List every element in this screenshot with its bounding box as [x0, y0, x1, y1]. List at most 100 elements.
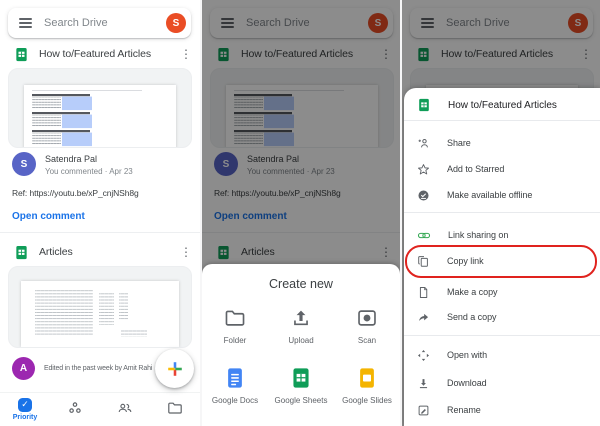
file-card-header-1[interactable]: How to/Featured Articles ⋮	[14, 45, 195, 63]
create-option-label: Upload	[288, 336, 314, 345]
account-avatar[interactable]: S	[166, 13, 186, 33]
bottom-navigation: ✓ Priority	[0, 392, 200, 426]
file-preview-1[interactable]	[8, 68, 192, 148]
commenter-avatar: S	[12, 152, 36, 176]
nav-tab-shared[interactable]	[100, 393, 150, 426]
edit-activity-text: Edited in the past week by Amit Rahi	[44, 365, 153, 372]
menu-item-label: Rename	[447, 405, 481, 415]
person-add-icon	[417, 137, 430, 150]
upload-icon	[290, 307, 312, 329]
menu-icon[interactable]	[19, 18, 32, 28]
context-menu-title: How to/Featured Articles	[448, 99, 557, 111]
panel-create-new: Search Drive S How to/Featured Articles …	[200, 0, 400, 426]
menu-item-label: Send a copy	[447, 312, 497, 322]
comment-meta: You commented · Apr 23	[45, 167, 133, 176]
menu-item-label: Share	[447, 138, 471, 148]
plus-icon	[164, 358, 186, 380]
nav-tab-files[interactable]	[150, 393, 200, 426]
nav-label-priority: Priority	[12, 414, 38, 421]
create-option-scan[interactable]: Scan	[334, 299, 400, 345]
document-thumbnail	[21, 281, 179, 347]
comment-activity[interactable]: S Satendra Pal You commented · Apr 23	[12, 152, 133, 176]
google-docs-icon	[224, 367, 246, 389]
star-icon	[417, 163, 430, 176]
rename-icon	[417, 404, 430, 417]
file-card-header-2[interactable]: Articles ⋮	[14, 243, 195, 261]
menu-item-label: Link sharing on	[448, 230, 509, 240]
nav-tab-priority[interactable]: ✓ Priority	[0, 393, 50, 426]
menu-item-label: Copy link	[447, 256, 484, 266]
priority-check-icon: ✓	[18, 398, 32, 412]
menu-item-label: Make available offline	[447, 190, 533, 200]
link-icon	[417, 229, 431, 242]
search-input[interactable]: Search Drive	[44, 17, 166, 29]
file-title: How to/Featured Articles	[39, 48, 151, 60]
tutorial-composite: Search Drive S How to/Featured Articles …	[0, 0, 600, 426]
offline-pin-icon	[417, 189, 430, 202]
file-context-menu: How to/Featured Articles Share Add to St…	[404, 88, 600, 426]
folder-icon	[224, 307, 246, 329]
menu-item-add-to-starred[interactable]: Add to Starred	[404, 156, 600, 182]
create-option-label: Scan	[357, 336, 377, 345]
more-options-icon[interactable]: ⋮	[177, 245, 195, 259]
divider	[404, 335, 600, 336]
menu-item-rename[interactable]: Rename	[404, 397, 600, 423]
menu-item-label: Open with	[447, 350, 488, 360]
menu-item-make-available-offline[interactable]: Make available offline	[404, 182, 600, 208]
open-with-icon	[417, 349, 430, 362]
menu-item-make-a-copy[interactable]: Make a copy	[404, 279, 600, 305]
panel-context-menu: Search Drive S How to/Featured Articles …	[400, 0, 600, 426]
create-option-folder[interactable]: Folder	[202, 299, 268, 345]
commenter-name: Satendra Pal	[45, 154, 98, 164]
create-new-grid: Folder Upload Scan Google Docs Google Sh…	[202, 299, 400, 405]
sheets-file-icon	[417, 98, 431, 112]
create-new-title: Create new	[269, 277, 333, 291]
download-icon	[417, 377, 430, 390]
menu-item-copy-link[interactable]: Copy link	[404, 248, 600, 274]
menu-item-link-sharing-on[interactable]: Link sharing on	[404, 222, 600, 248]
google-slides-icon	[356, 367, 378, 389]
menu-item-send-a-copy[interactable]: Send a copy	[404, 304, 600, 330]
file-title: Articles	[39, 246, 73, 258]
divider	[404, 120, 600, 121]
create-option-google-slides[interactable]: Google Slides	[334, 359, 400, 405]
sheets-file-icon	[14, 47, 29, 62]
send-icon	[417, 311, 430, 324]
search-bar[interactable]: Search Drive S	[8, 8, 191, 38]
scan-icon	[356, 307, 378, 329]
copy-icon	[417, 255, 430, 268]
menu-item-share[interactable]: Share	[404, 130, 600, 156]
google-sheets-icon	[290, 367, 312, 389]
divider	[0, 232, 200, 233]
nav-tab-workspaces[interactable]	[50, 393, 100, 426]
create-option-label: Google Docs	[211, 396, 259, 405]
divider	[404, 212, 600, 213]
menu-item-label: Download	[447, 378, 487, 388]
create-option-upload[interactable]: Upload	[268, 299, 334, 345]
open-comment-link[interactable]: Open comment	[12, 211, 85, 222]
create-fab[interactable]	[155, 349, 194, 388]
create-option-label: Folder	[223, 336, 247, 345]
menu-item-label: Make a copy	[447, 287, 498, 297]
create-option-label: Google Slides	[342, 396, 392, 405]
folder-icon	[167, 400, 183, 416]
menu-item-download[interactable]: Download	[404, 370, 600, 396]
sheets-file-icon	[14, 245, 29, 260]
comment-text: Ref: https://youtu.be/xP_cnjNSh8g	[12, 188, 139, 198]
create-new-sheet: Create new Folder Upload Scan Google Doc…	[202, 264, 400, 426]
menu-item-open-with[interactable]: Open with	[404, 342, 600, 368]
panel-drive-home: Search Drive S How to/Featured Articles …	[0, 0, 200, 426]
editor-avatar: A	[12, 357, 35, 380]
create-option-google-docs[interactable]: Google Docs	[202, 359, 268, 405]
page-icon	[417, 286, 430, 299]
more-options-icon[interactable]: ⋮	[177, 47, 195, 61]
workspaces-icon	[67, 400, 83, 416]
context-menu-header: How to/Featured Articles	[404, 92, 600, 118]
edit-activity: A Edited in the past week by Amit Rahi	[12, 357, 152, 380]
menu-item-label: Add to Starred	[447, 164, 505, 174]
document-thumbnail	[24, 85, 176, 147]
file-preview-2[interactable]	[8, 266, 192, 348]
people-icon	[117, 400, 133, 416]
create-option-google-sheets[interactable]: Google Sheets	[268, 359, 334, 405]
create-option-label: Google Sheets	[274, 396, 328, 405]
